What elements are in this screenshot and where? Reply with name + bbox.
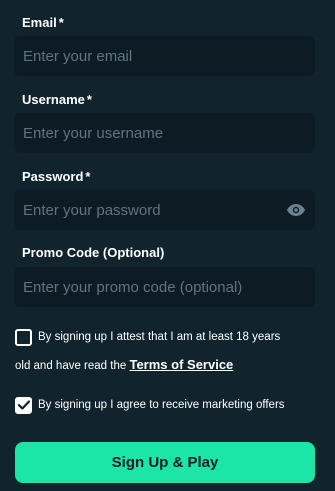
- marketing-consent-label: By signing up I agree to receive marketi…: [38, 399, 285, 411]
- username-required-mark: *: [86, 92, 92, 107]
- age-consent-checkbox[interactable]: [15, 328, 32, 346]
- age-consent-text: By signing up I attest that I am at leas…: [15, 323, 280, 380]
- marketing-consent-checkbox[interactable]: [15, 396, 32, 414]
- email-label: Email *: [22, 15, 64, 31]
- username-label-text: Username: [22, 92, 85, 107]
- email-required-mark: *: [58, 15, 64, 30]
- username-label: Username *: [22, 92, 92, 108]
- eye-icon-glyph: [287, 204, 305, 216]
- checkmark-icon: [17, 400, 30, 410]
- eye-icon[interactable]: [285, 199, 307, 221]
- age-consent-line1: By signing up I attest that I am at leas…: [38, 331, 281, 343]
- promo-placeholder: Enter your promo code (optional): [23, 278, 243, 296]
- username-placeholder: Enter your username: [23, 124, 164, 142]
- age-consent-row: By signing up I attest that I am at leas…: [15, 323, 280, 380]
- email-label-text: Email: [22, 15, 57, 30]
- sign-up-button[interactable]: Sign Up & Play: [15, 442, 315, 483]
- terms-of-service-link[interactable]: Terms of Service: [129, 357, 233, 372]
- password-label: Password *: [22, 169, 90, 185]
- marketing-consent-text: By signing up I agree to receive marketi…: [15, 391, 285, 419]
- promo-field[interactable]: Enter your promo code (optional): [14, 267, 315, 307]
- marketing-consent-row: By signing up I agree to receive marketi…: [15, 391, 285, 419]
- password-field[interactable]: Enter your password: [14, 190, 315, 230]
- promo-label: Promo Code (Optional): [22, 245, 165, 260]
- age-consent-line2: old and have read the: [15, 360, 127, 372]
- username-field[interactable]: Enter your username: [14, 113, 315, 153]
- email-field[interactable]: Enter your email: [14, 36, 315, 76]
- email-placeholder: Enter your email: [23, 47, 133, 65]
- password-placeholder: Enter your password: [23, 201, 161, 219]
- password-required-mark: *: [85, 169, 91, 184]
- password-label-text: Password: [22, 169, 84, 184]
- signup-form: Email * Enter your email Username * Enter …: [0, 0, 335, 491]
